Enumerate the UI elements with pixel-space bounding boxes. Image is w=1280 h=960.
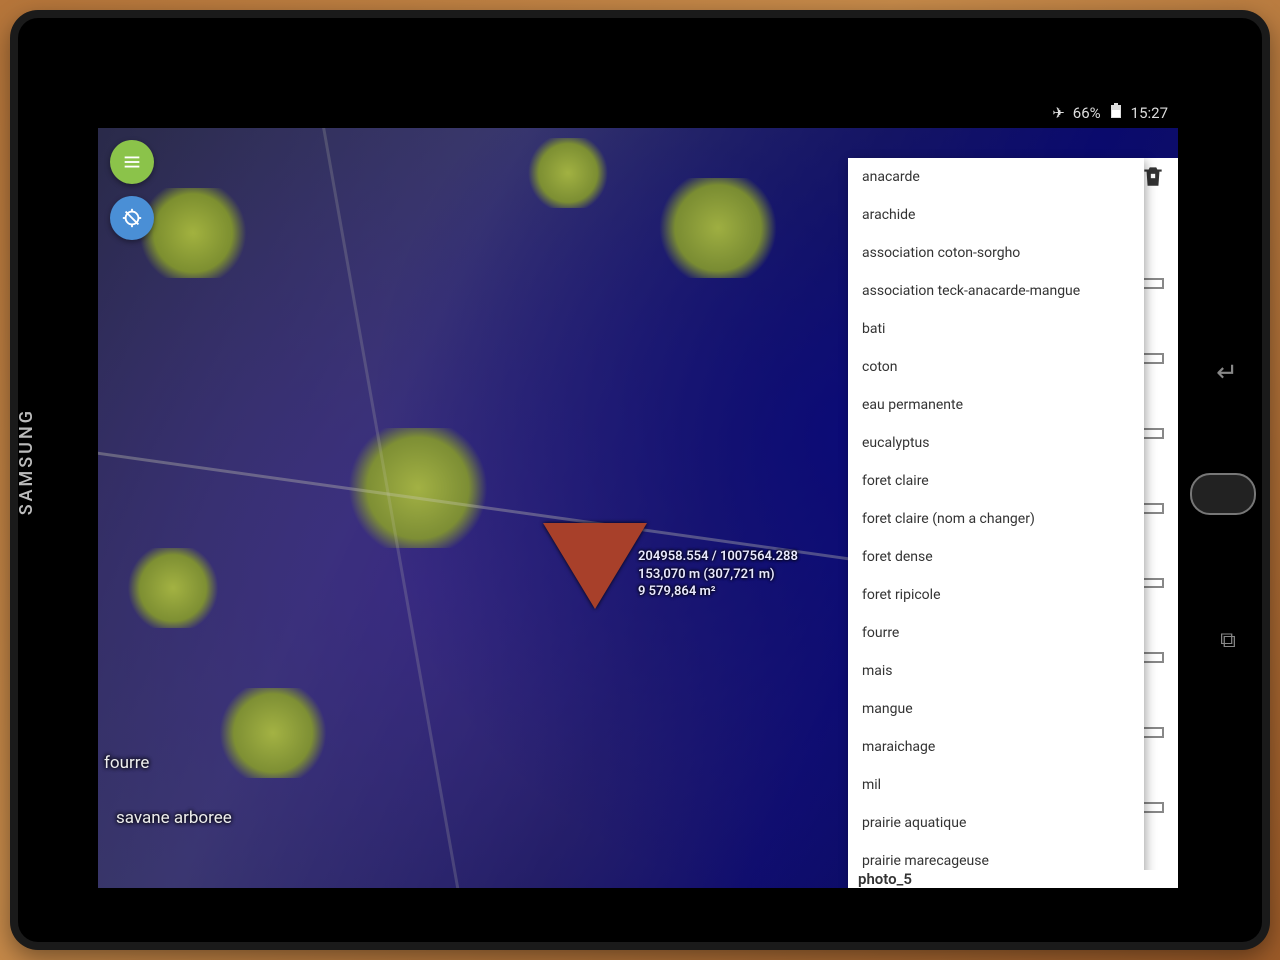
- dropdown-item[interactable]: bati: [848, 310, 1144, 348]
- dropdown-item[interactable]: association teck-anacarde-mangue: [848, 272, 1144, 310]
- delete-button[interactable]: [1140, 163, 1168, 191]
- map-feature-label: fourre: [104, 753, 149, 773]
- dropdown-item[interactable]: mais: [848, 652, 1144, 690]
- menu-icon: [121, 151, 143, 173]
- status-bar: ✈ 66% 15:27: [98, 98, 1178, 128]
- dropdown-item[interactable]: foret claire (nom a changer): [848, 500, 1144, 538]
- battery-icon: [1109, 103, 1123, 123]
- device-brand: SAMSUNG: [16, 408, 37, 515]
- form-field-peek: photo_5: [848, 870, 1178, 888]
- dropdown-item[interactable]: anacarde: [848, 158, 1144, 196]
- form-checkbox[interactable]: [1142, 727, 1164, 738]
- imagery-patch: [348, 428, 488, 548]
- feature-marker-triangle[interactable]: [543, 523, 647, 609]
- hardware-recent-button[interactable]: ⧉: [1212, 628, 1244, 660]
- coordinates-readout: 204958.554 / 1007564.288 153,070 m (307,…: [638, 548, 798, 601]
- menu-button[interactable]: [110, 140, 154, 184]
- side-panel-area: < anacardearachideassociation coton-sorg…: [848, 158, 1178, 888]
- hardware-home-button[interactable]: [1190, 473, 1256, 515]
- dropdown-item[interactable]: mil: [848, 766, 1144, 804]
- dropdown-item[interactable]: eucalyptus: [848, 424, 1144, 462]
- gps-button[interactable]: [110, 196, 154, 240]
- airplane-mode-icon: ✈: [1052, 104, 1065, 122]
- form-checkbox[interactable]: [1142, 652, 1164, 663]
- gps-off-icon: [121, 207, 143, 229]
- coord-line-2: 153,070 m (307,721 m): [638, 566, 798, 584]
- imagery-patch: [528, 138, 608, 208]
- coord-line-1: 204958.554 / 1007564.288: [638, 548, 798, 566]
- form-checkbox[interactable]: [1142, 503, 1164, 514]
- dropdown-item[interactable]: association coton-sorgho: [848, 234, 1144, 272]
- form-checkbox[interactable]: [1142, 578, 1164, 589]
- dropdown-item[interactable]: mangue: [848, 690, 1144, 728]
- imagery-patch: [218, 688, 328, 778]
- dropdown-item[interactable]: arachide: [848, 196, 1144, 234]
- coord-line-3: 9 579,864 m²: [638, 583, 798, 601]
- dropdown-item[interactable]: foret dense: [848, 538, 1144, 576]
- form-checkbox[interactable]: [1142, 428, 1164, 439]
- dropdown-item[interactable]: eau permanente: [848, 386, 1144, 424]
- dropdown-item[interactable]: foret claire: [848, 462, 1144, 500]
- imagery-road: [98, 445, 944, 573]
- map-feature-label: savane arboree: [116, 808, 232, 828]
- hardware-back-button[interactable]: ↵: [1210, 358, 1244, 392]
- dropdown-item[interactable]: prairie aquatique: [848, 804, 1144, 842]
- form-checkbox[interactable]: [1142, 278, 1164, 289]
- dropdown-item[interactable]: foret ripicole: [848, 576, 1144, 614]
- imagery-patch: [138, 188, 248, 278]
- battery-percent: 66%: [1073, 104, 1101, 122]
- tablet-bezel: SAMSUNG ↵ ⧉ ✈ 66% 15:27: [18, 18, 1262, 942]
- imagery-patch: [658, 178, 778, 278]
- imagery-patch: [128, 548, 218, 628]
- class-dropdown-menu[interactable]: anacardearachideassociation coton-sorgho…: [848, 158, 1144, 888]
- dropdown-item[interactable]: fourre: [848, 614, 1144, 652]
- status-time: 15:27: [1131, 104, 1168, 122]
- tablet-frame: SAMSUNG ↵ ⧉ ✈ 66% 15:27: [10, 10, 1270, 950]
- screen: ✈ 66% 15:27: [98, 98, 1178, 888]
- map-canvas[interactable]: 204958.554 / 1007564.288 153,070 m (307,…: [98, 128, 1178, 888]
- checkbox-column: [1142, 278, 1164, 888]
- form-checkbox[interactable]: [1142, 353, 1164, 364]
- dropdown-item[interactable]: maraichage: [848, 728, 1144, 766]
- form-checkbox[interactable]: [1142, 802, 1164, 813]
- dropdown-item[interactable]: coton: [848, 348, 1144, 386]
